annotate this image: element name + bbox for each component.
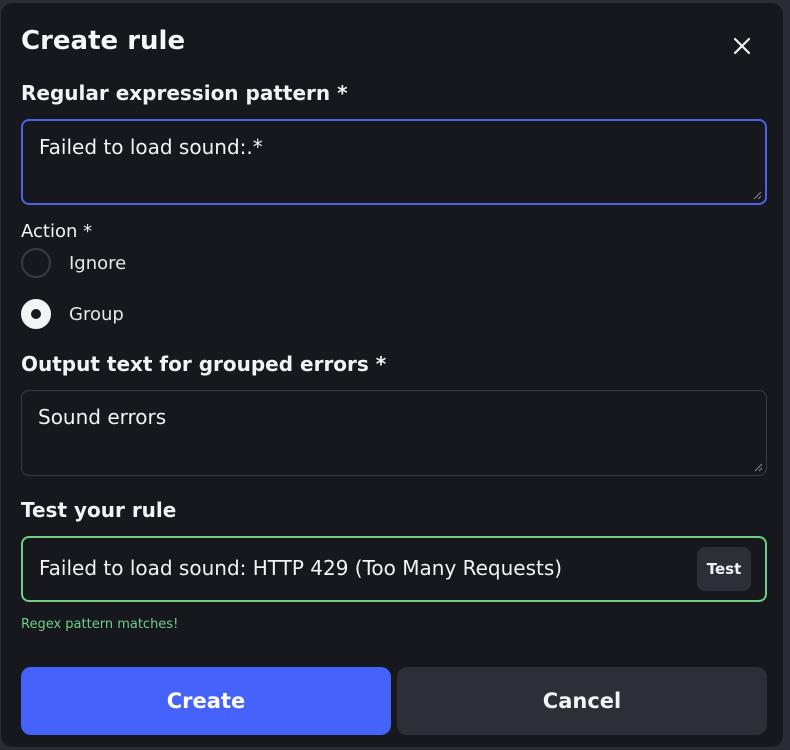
- output-label: Output text for grouped errors *: [21, 352, 387, 376]
- create-button[interactable]: Create: [21, 667, 391, 735]
- close-button[interactable]: [725, 29, 759, 63]
- radio-ignore[interactable]: Ignore: [21, 246, 126, 280]
- test-button[interactable]: Test: [697, 547, 751, 591]
- resize-grip-icon[interactable]: [752, 190, 762, 200]
- resize-grip-icon[interactable]: [753, 462, 763, 472]
- cancel-button[interactable]: Cancel: [397, 667, 767, 735]
- action-label: Action *: [21, 221, 93, 242]
- test-input[interactable]: Failed to load sound: HTTP 429 (Too Many…: [39, 556, 562, 580]
- match-status-message: Regex pattern matches!: [21, 617, 179, 632]
- output-value: Sound errors: [38, 405, 167, 429]
- pattern-label: Regular expression pattern *: [21, 81, 348, 105]
- radio-group[interactable]: Group: [21, 297, 124, 331]
- radio-ignore-label: Ignore: [69, 252, 127, 274]
- test-input-box[interactable]: Failed to load sound: HTTP 429 (Too Many…: [21, 536, 767, 602]
- dialog-title: Create rule: [21, 26, 186, 56]
- pattern-value: Failed to load sound:.*: [39, 135, 263, 159]
- test-label: Test your rule: [21, 498, 177, 522]
- close-icon: [733, 37, 751, 55]
- radio-group-circle[interactable]: [21, 299, 51, 329]
- pattern-textarea[interactable]: Failed to load sound:.*: [21, 119, 767, 205]
- create-rule-dialog: Create rule Regular expression pattern *…: [0, 2, 784, 748]
- radio-ignore-circle[interactable]: [21, 248, 51, 278]
- radio-group-label: Group: [69, 303, 124, 325]
- output-textarea[interactable]: Sound errors: [21, 390, 767, 476]
